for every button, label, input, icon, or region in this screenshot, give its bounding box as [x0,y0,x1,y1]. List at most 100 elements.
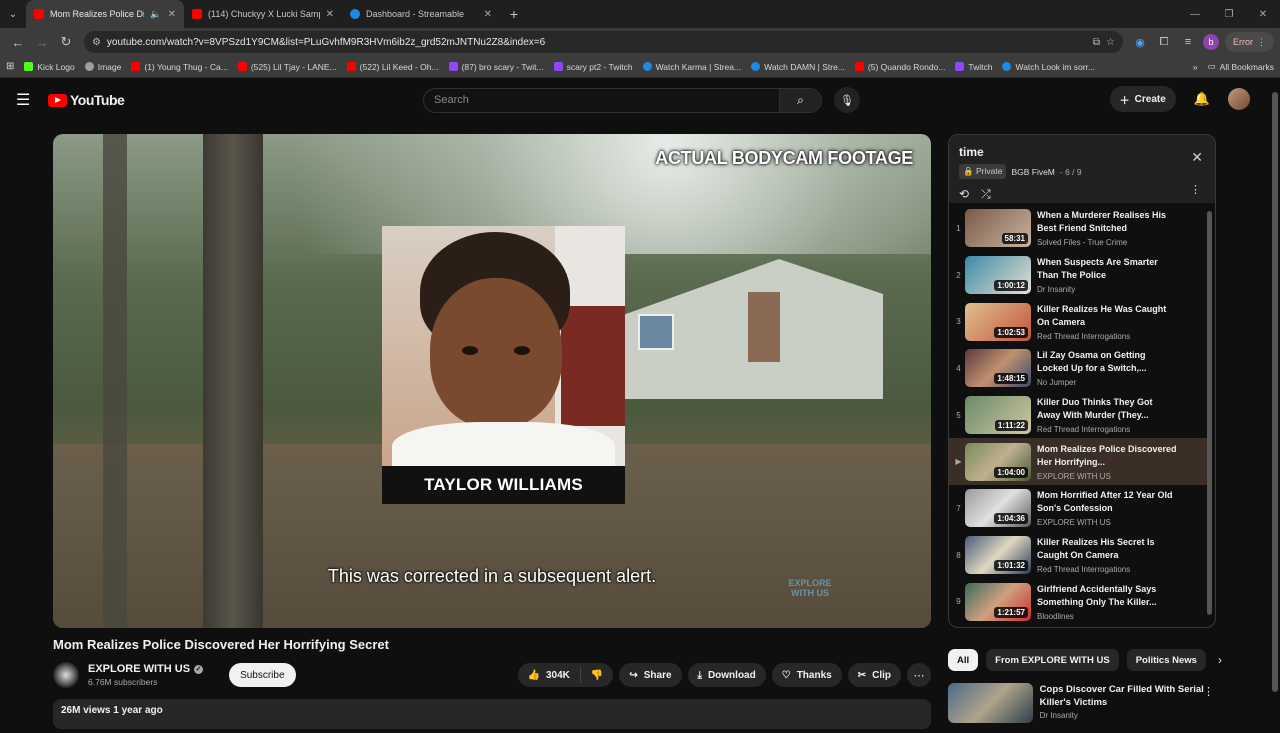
browser-tab-2[interactable]: (114) Chuckyy X Lucki Sample T ✕ [184,0,342,28]
bookmark-item[interactable]: scary pt2 - Twitch [553,62,633,72]
playlist-item-current[interactable]: ▶ 1:04:00 Mom Realizes Police Discovered… [949,438,1207,486]
channel-avatar[interactable] [53,662,79,688]
share-button[interactable]: ↪ Share [619,663,682,687]
video-thumbnail[interactable]: 1:21:57 [965,582,1031,621]
all-bookmarks-button[interactable]: ▭ All Bookmarks [1208,61,1274,72]
page-scrollbar[interactable] [1272,92,1278,692]
description-box[interactable]: 26M views 1 year ago [53,699,931,729]
chip-politics-news[interactable]: Politics News [1126,649,1206,671]
bookmark-item[interactable]: (525) Lil Tjay - LANE... [237,62,337,72]
search-input[interactable]: Search [423,87,780,113]
recommended-video[interactable]: Cops Discover Car Filled With Serial Kil… [948,683,1220,733]
subscribe-button[interactable]: Subscribe [229,663,296,687]
minimize-icon[interactable]: — [1178,0,1212,28]
bookmark-item[interactable]: Watch Look im sorr... [1002,62,1095,72]
tab-search-icon[interactable]: ⌄ [0,0,26,28]
media-controls-icon[interactable]: ≡ [1179,33,1197,51]
tab-close-icon[interactable]: ✕ [168,9,176,20]
playlist-item[interactable]: 4 1:48:15 Lil Zay Osama on Getting Locke… [949,345,1207,392]
site-info-icon[interactable]: ⚙ [92,37,101,48]
dislike-button[interactable]: 👎 [581,670,613,681]
video-thumbnail[interactable]: 58:31 [965,209,1031,248]
bookmark-star-icon[interactable]: ☆ [1106,37,1115,48]
close-playlist-icon[interactable]: ✕ [1191,149,1203,166]
bookmark-item[interactable]: Kick Logo [24,62,75,72]
apps-grid-icon[interactable]: ⊞ [6,61,14,72]
url-text[interactable]: youtube.com/watch?v=8VPSzd1Y9CM&list=PLu… [107,37,1087,48]
notifications-bell-icon[interactable]: 🔔 [1194,91,1210,107]
bookmark-item[interactable]: (1) Young Thug - Ca... [131,62,228,72]
playlist-title[interactable]: time [959,145,1205,159]
browser-tab-1[interactable]: Mom Realizes Police Discov 🔈 ✕ [26,0,184,28]
playlist-owner[interactable]: BGB FiveM [1011,167,1054,177]
restore-icon[interactable]: ❐ [1212,0,1246,28]
browser-tab-3[interactable]: Dashboard - Streamable ✕ [342,0,500,28]
more-bookmarks-icon[interactable]: » [1193,62,1198,72]
new-tab-button[interactable]: + [500,0,528,28]
video-thumbnail[interactable]: 1:48:15 [965,349,1031,388]
bookmark-item[interactable]: Watch DAMN | Stre... [751,62,845,72]
playlist-item[interactable]: 2 1:00:12 When Suspects Are Smarter Than… [949,252,1207,299]
video-thumbnail[interactable]: 1:04:36 [965,489,1031,528]
reload-icon[interactable]: ↻ [54,30,78,54]
video-frame-tree [103,134,127,628]
playlist-item[interactable]: 3 1:02:53 Killer Realizes He Was Caught … [949,298,1207,345]
youtube-logo[interactable]: YouTube [48,92,125,108]
chip-all[interactable]: All [948,649,979,671]
video-thumbnail[interactable]: 1:04:00 [965,442,1031,481]
duration-badge: 1:01:32 [994,560,1028,572]
search-button[interactable]: ⌕ [780,87,822,113]
video-thumbnail[interactable]: 1:00:12 [965,256,1031,295]
address-bar[interactable]: ⚙ youtube.com/watch?v=8VPSzd1Y9CM&list=P… [83,31,1124,53]
speaker-icon[interactable]: 🔈 [150,9,161,20]
playlist-item[interactable]: 8 1:01:32 Killer Realizes His Secret Is … [949,532,1207,579]
bookmark-item[interactable]: (5) Quando Rondo... [854,62,945,72]
forward-icon[interactable]: → [30,30,54,54]
chip-from-channel[interactable]: From EXPLORE WITH US [986,649,1119,671]
playlist-item[interactable]: 9 1:21:57 Girlfriend Accidentally Says S… [949,579,1207,626]
search-bar: Search ⌕ 🎙 [423,87,860,113]
voice-search-button[interactable]: 🎙 [834,87,860,113]
bookmark-item[interactable]: Twitch [955,62,992,72]
tab-close-icon[interactable]: ✕ [484,9,492,20]
profile-avatar[interactable]: b [1203,34,1220,50]
install-app-icon[interactable]: ⧉ [1093,37,1100,48]
thanks-button[interactable]: ♡ Thanks [771,663,842,687]
bookmark-item[interactable]: (87) bro scary - Twit... [448,62,544,72]
video-thumbnail[interactable]: 1:01:32 [965,536,1031,575]
account-avatar[interactable] [1228,88,1250,110]
video-player[interactable]: ACTUAL BODYCAM FOOTAGE TAYLOR WILLIAMS T… [53,134,931,628]
recommended-thumbnail[interactable] [948,683,1033,723]
channel-name[interactable]: EXPLORE WITH US ✓ [88,663,204,675]
more-options-icon[interactable]: ⋮ [1203,685,1214,698]
playlist-header: time 🔒 Private BGB FiveM - 6 / 9 ✕ ⟲ ⤮ ⋮ [949,135,1215,203]
clip-button[interactable]: ✂ Clip [847,663,901,687]
playlist-item[interactable]: 1 58:31 When a Murderer Realises His Bes… [949,205,1207,252]
menu-hamburger-icon[interactable]: ☰ [16,90,34,110]
video-thumbnail[interactable]: 1:02:53 [965,302,1031,341]
item-title: Killer Realizes His Secret Is Caught On … [1037,537,1155,561]
video-thumbnail[interactable]: 1:11:22 [965,396,1031,435]
tab-close-icon[interactable]: ✕ [326,9,334,20]
playlist-item[interactable]: 5 1:11:22 Killer Duo Thinks They Got Awa… [949,392,1207,439]
like-button[interactable]: 👍 304K [518,667,581,683]
shuffle-icon[interactable]: ⤮ [981,187,991,202]
error-button[interactable]: Error ⋮ [1225,32,1275,52]
bookmark-item[interactable]: Image [84,62,121,72]
extensions-puzzle-icon[interactable]: ⧠ [1155,33,1173,51]
item-channel: Red Thread Interrogations [1037,331,1131,341]
logo-text: YouTube [70,92,125,108]
loop-icon[interactable]: ⟲ [959,187,969,202]
bookmark-item[interactable]: Watch Karma | Strea... [642,62,741,72]
download-button[interactable]: ⤓ Download [687,663,766,687]
playlist-item[interactable]: 7 1:04:36 Mom Horrified After 12 Year Ol… [949,485,1207,532]
chevron-right-icon[interactable]: › [1218,653,1222,667]
bookmark-item[interactable]: (522) Lil Keed - Oh... [346,62,439,72]
close-window-icon[interactable]: ✕ [1246,0,1280,28]
more-actions-icon[interactable]: ⋯ [907,663,931,687]
create-button[interactable]: ＋ Create [1109,86,1176,112]
playlist-menu-icon[interactable]: ⋮ [1190,183,1201,196]
extension-icon[interactable]: ◉ [1131,33,1149,51]
playlist-scrollbar[interactable] [1207,211,1212,615]
back-icon[interactable]: ← [6,30,30,54]
